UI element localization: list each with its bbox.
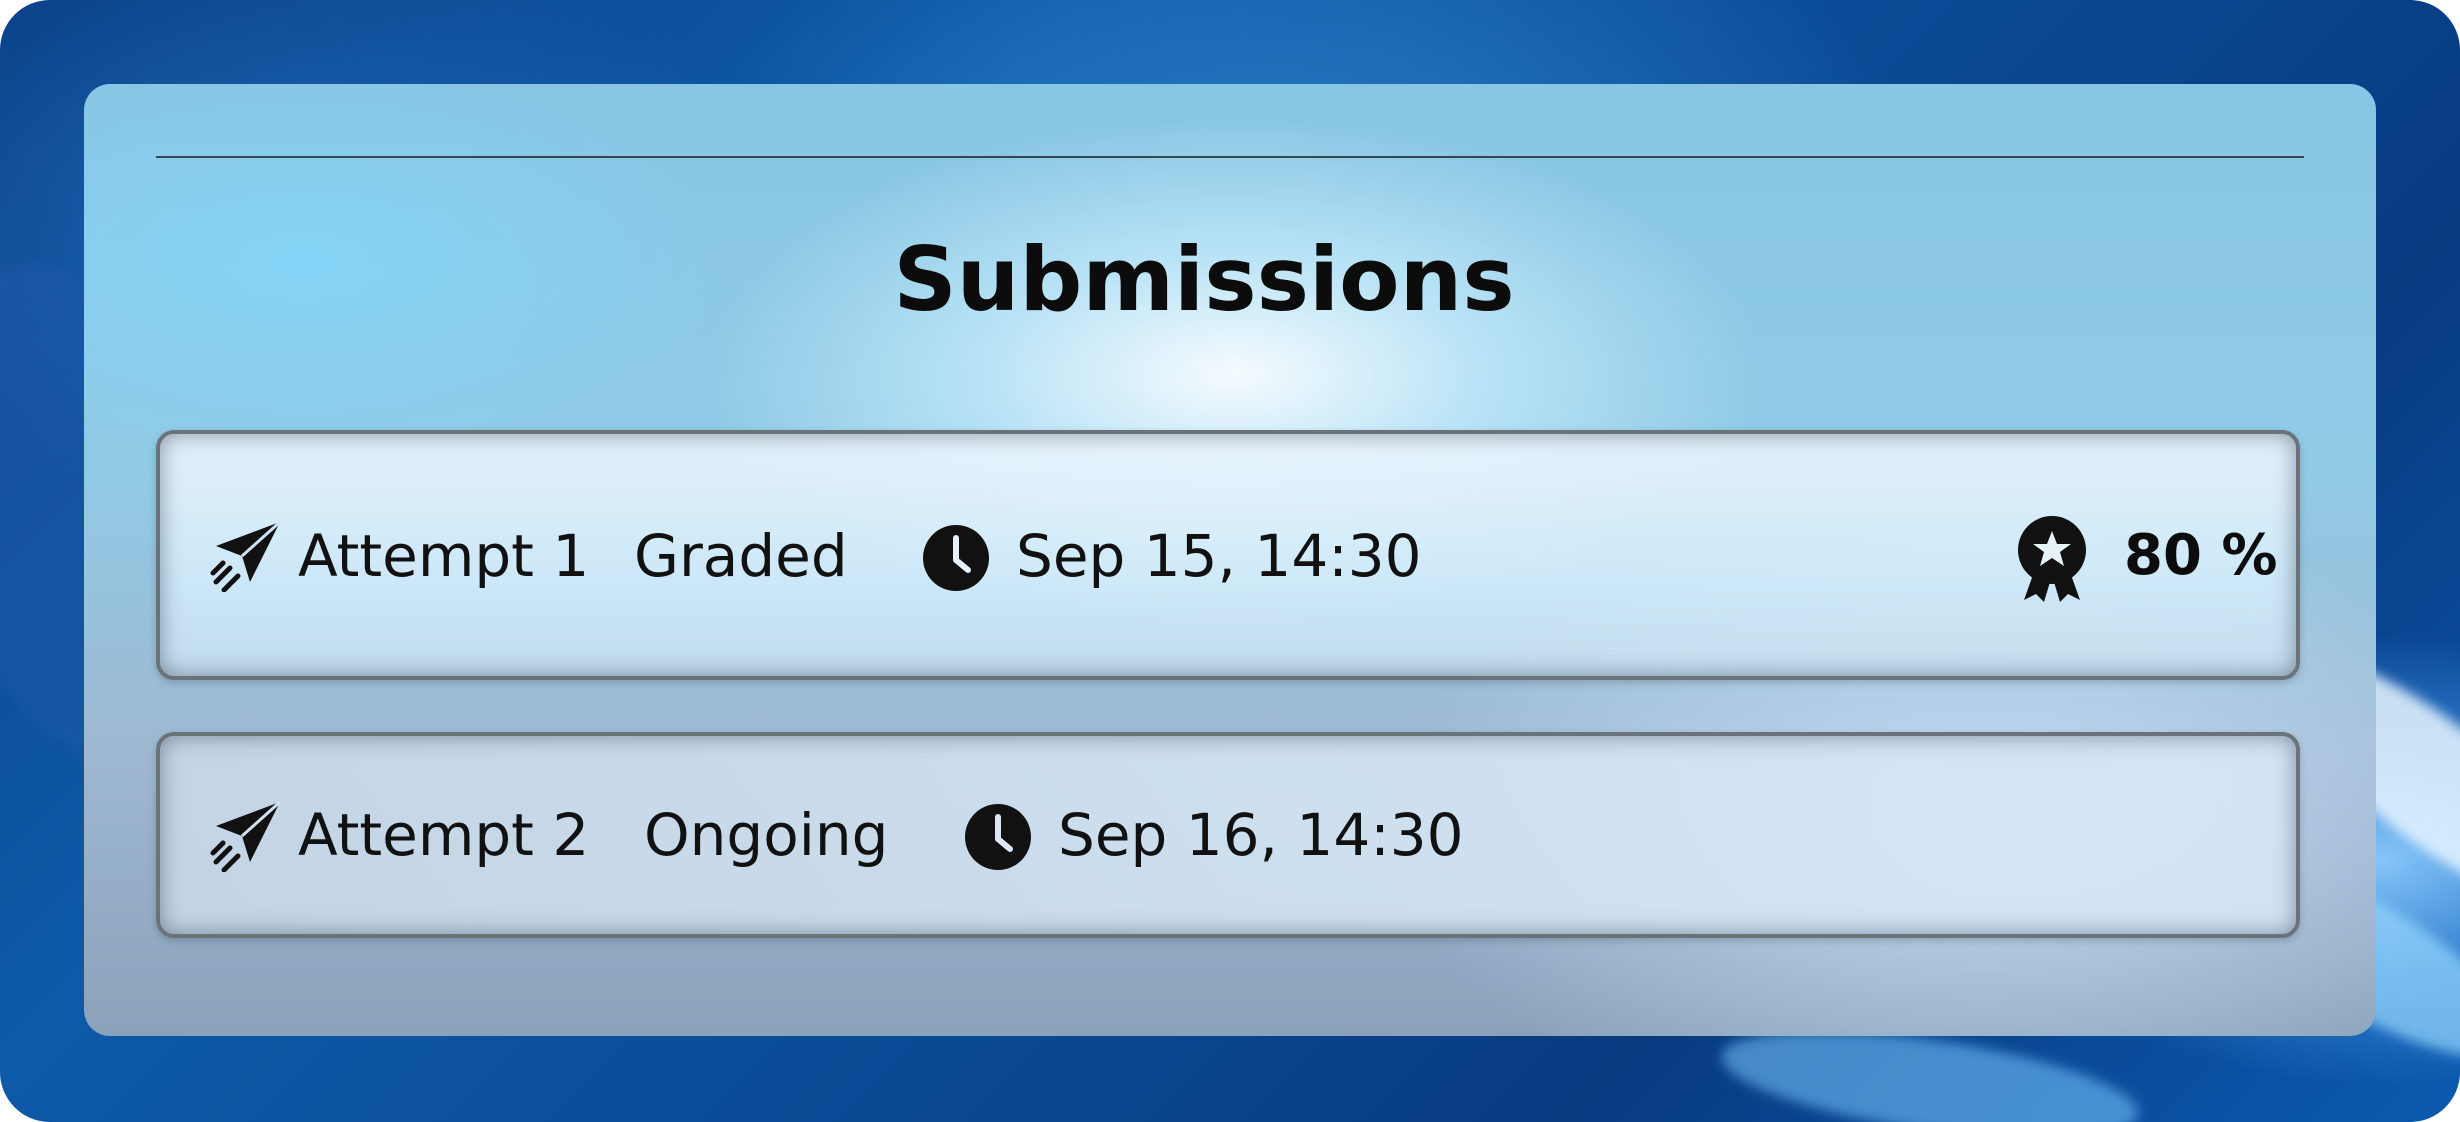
submission-date: Sep 16, 14:30 [1058, 801, 1464, 869]
paper-plane-icon [210, 800, 282, 872]
submission-date: Sep 15, 14:30 [1016, 522, 1422, 590]
panel-title: Submissions [893, 228, 1515, 331]
attempt-label: Attempt 1 [298, 522, 590, 590]
submission-card-attempt-1[interactable]: Attempt 1 Graded Sep 15, 14:30 80 % [156, 430, 2300, 680]
submission-card-attempt-2[interactable]: Attempt 2 Ongoing Sep 16, 14:30 [156, 732, 2300, 938]
paper-plane-icon [210, 520, 282, 592]
clock-icon [964, 803, 1032, 871]
desktop-background: Submissions Attempt 1 Graded Sep 15, 14:… [0, 0, 2460, 1122]
attempt-label: Attempt 2 [298, 801, 590, 869]
top-divider [156, 156, 2304, 158]
score-value: 80 % [2124, 523, 2278, 588]
submissions-panel: Submissions Attempt 1 Graded Sep 15, 14:… [84, 84, 2376, 1036]
status-label: Ongoing [644, 801, 889, 869]
award-badge-icon [2016, 514, 2088, 604]
clock-icon [922, 524, 990, 592]
status-label: Graded [634, 522, 848, 590]
